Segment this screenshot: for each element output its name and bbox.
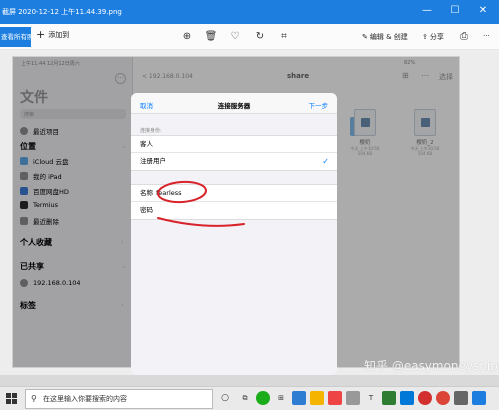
search-placeholder: 在这里输入你要搜索的内容 [43, 395, 127, 403]
text-icon[interactable]: T [364, 391, 378, 405]
app-icon[interactable] [382, 391, 396, 405]
taskbar: ⚲ 在这里输入你要搜索的内容 ○ ⧉ ⊞ T [0, 386, 499, 410]
photos-icon[interactable] [472, 391, 486, 405]
windows-start-icon[interactable] [6, 393, 18, 405]
app-icon[interactable]: ⊞ [274, 391, 288, 405]
taskbar-search-input[interactable]: ⚲ 在这里输入你要搜索的内容 [25, 389, 213, 409]
app-icon[interactable] [454, 391, 468, 405]
multitask-icon[interactable]: ⧉ [238, 391, 252, 405]
folder-icon[interactable] [310, 391, 324, 405]
music-icon[interactable] [418, 391, 432, 405]
search-icon: ⚲ [31, 394, 37, 403]
task-view-icon[interactable]: ○ [218, 391, 232, 405]
chrome-icon[interactable] [436, 391, 450, 405]
app-icon[interactable] [400, 391, 414, 405]
wechat-icon[interactable] [256, 391, 270, 405]
edge-icon[interactable] [292, 391, 306, 405]
store-icon[interactable] [328, 391, 342, 405]
app-icon[interactable] [346, 391, 360, 405]
watermark: 知乎 @easymoneysniper [364, 359, 499, 373]
red-annotation [157, 180, 245, 227]
